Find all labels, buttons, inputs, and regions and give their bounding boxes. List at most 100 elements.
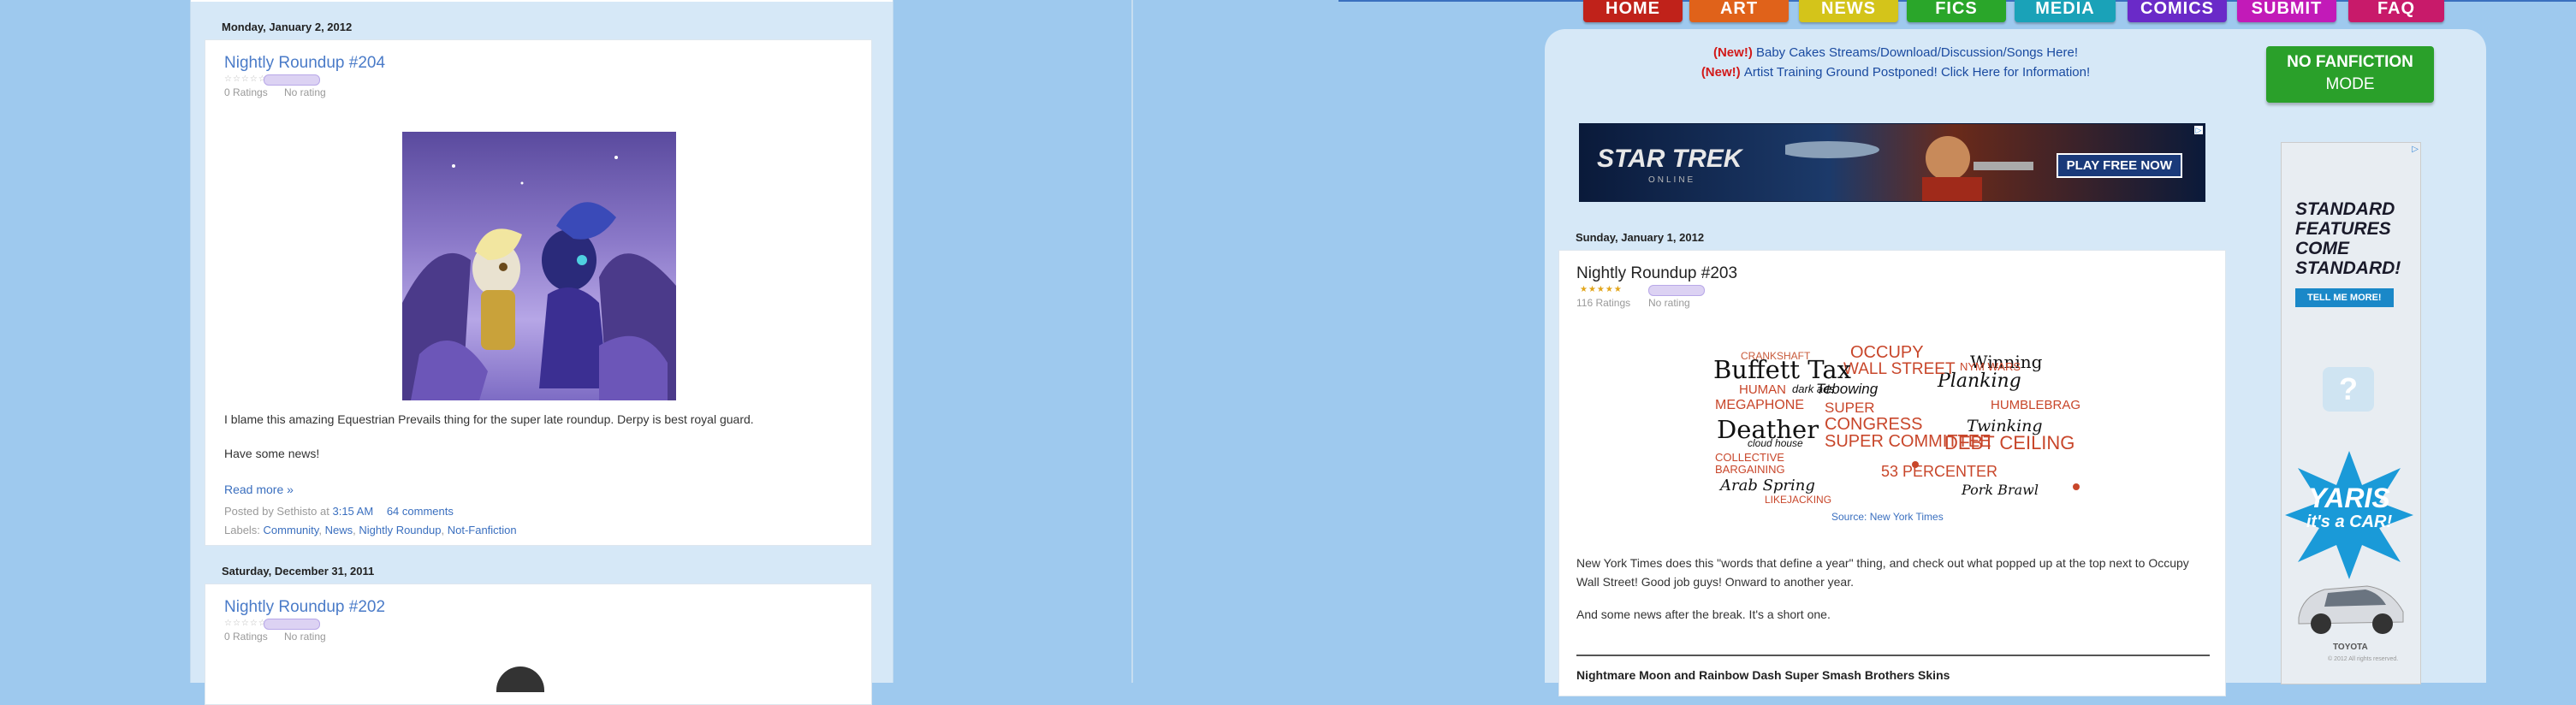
ad-brand: TOYOTA [2333,643,2368,652]
nav-news-tab[interactable]: NEWS [1799,0,1898,22]
nav-label: NEWS [1821,0,1876,18]
announcements: (New!) Baby Cakes Streams/Download/Discu… [1545,43,2247,82]
word-cloud-word: Arab Spring [1720,477,1815,495]
section-divider [1576,655,2210,656]
nav-label: ART [1719,0,1759,18]
mode-button-line2: MODE [2325,75,2375,93]
label-link[interactable]: Not-Fanfiction [448,524,517,536]
rating-status: No rating [1648,297,1690,309]
mode-button-line1: NO FANFICTION [2287,53,2413,71]
section-heading: Nightmare Moon and Rainbow Dash Super Sm… [1576,668,1950,682]
ad-headline: STANDARD FEATURES COME STANDARD! [2295,199,2401,278]
ad-car-name: YARIS [2308,483,2390,513]
nav-label: SUBMIT [2251,0,2323,18]
star-rating-icon[interactable]: ★★★★★ [1580,285,1623,294]
announcement-link[interactable]: Artist Training Ground Postponed! Click … [1744,65,2090,80]
ad-brand: STAR TREK [1597,145,1742,173]
date-header: Saturday, December 31, 2011 [222,565,375,578]
labels-prefix: Labels: [224,524,260,536]
nav-home-tab[interactable]: HOME [1583,0,1683,22]
word-cloud-word: Pork Brawl [1962,482,2039,498]
adchoices-icon[interactable]: ▷ [2194,126,2203,134]
ad-question-box-icon: ? [2323,367,2374,412]
word-cloud-word: BARGAINING [1715,463,1785,476]
word-cloud-word: Twinking [1967,417,2043,435]
posted-by-text: Posted by Sethisto at [224,505,329,518]
post-title-link[interactable]: Nightly Roundup #203 [1576,264,1737,283]
screenshot-divider [1131,0,1133,683]
ad-tagline: it's a CAR! [2306,512,2393,531]
star-rating-icon[interactable]: ☆☆☆☆☆ [224,74,267,84]
nav-label: FAQ [2377,0,2416,18]
rating-status: No rating [284,86,326,98]
word-cloud-word: NYM WARS [1960,360,2021,373]
nav-comics-tab[interactable]: COMICS [2128,0,2227,22]
ad-cta-button[interactable]: TELL ME MORE! [2295,288,2394,307]
word-cloud-dot [2073,483,2080,490]
word-cloud-word: MEGAPHONE [1715,398,1805,412]
word-cloud-word: LIKEJACKING [1765,494,1832,506]
ad-headline-line: STANDARD [2295,199,2395,219]
announcement: (New!) Baby Cakes Streams/Download/Discu… [1545,43,2247,62]
post-title-link[interactable]: Nightly Roundup #204 [224,54,385,73]
label-link[interactable]: Nightly Roundup [359,524,441,536]
word-cloud-word: HUMAN [1739,382,1786,397]
nav-label: HOME [1606,0,1660,18]
star-rating-icon[interactable]: ☆☆☆☆☆ [224,619,267,628]
read-more-link[interactable]: Read more » [224,480,294,499]
side-ad[interactable]: ▷ STANDARD FEATURES COME STANDARD! TELL … [2281,142,2421,684]
label-link[interactable]: Community [264,524,319,536]
ratings-count: 0 Ratings [224,631,268,643]
word-cloud-word: Buffett Tax [1713,355,1852,384]
ad-starburst: YARIS it's a CAR! [2285,451,2413,579]
ad-cta-button[interactable]: PLAY FREE NOW [2056,153,2182,178]
nav-label: MEDIA [2035,0,2095,18]
nav-fics-tab[interactable]: FICS [1907,0,2006,22]
post-labels: Labels: Community, News, Nightly Roundup… [224,524,517,536]
post-bottom-edge [191,0,893,2]
ad-subbrand: ONLINE [1648,175,1696,185]
word-cloud-word: COLLECTIVE [1715,451,1784,464]
nav-art-tab[interactable]: ART [1689,0,1789,22]
nav-submit-tab[interactable]: SUBMIT [2237,0,2336,22]
nav-media-tab[interactable]: MEDIA [2015,0,2116,22]
word-cloud-word: SUPER [1825,400,1875,416]
label-link[interactable]: News [325,524,353,536]
date-header: Sunday, January 1, 2012 [1576,231,1705,244]
nav-label: FICS [1935,0,1978,18]
comments-link[interactable]: 64 comments [387,505,454,518]
ad-headline-line: COME [2295,239,2349,258]
post-title-link[interactable]: Nightly Roundup #202 [224,598,385,617]
banner-ad[interactable]: STAR TREK ONLINE PLAY FREE NOW ▷ [1579,123,2205,202]
adchoices-icon[interactable]: ▷ [2412,145,2419,154]
no-fanfiction-mode-button[interactable]: NO FANFICTION MODE [2266,46,2434,103]
word-cloud-dot [1912,461,1919,468]
word-cloud-word: 53 PERCENTER [1881,463,1998,480]
rating-status: No rating [284,631,326,643]
word-cloud-word: dark ads [1792,382,1835,395]
word-cloud-word: HUMBLEBRAG [1991,398,2081,412]
new-tag: (New!) [1712,45,1753,60]
post-footer: Posted by Sethisto at 3:15 AM 64 comment… [224,502,454,521]
announcement: (New!) Artist Training Ground Postponed!… [1545,62,2247,82]
post-time-link[interactable]: 3:15 AM [332,505,373,518]
word-cloud-image[interactable]: CRANKSHAFT OCCUPY Planking WALL STREET W… [1713,343,2081,511]
post-card: Nightly Roundup #202 ☆☆☆☆☆ 0 Ratings No … [205,584,872,705]
rating-widget[interactable] [264,619,320,630]
post-text: I blame this amazing Equestrian Prevails… [224,412,754,426]
ad-fine-print: © 2012 All rights reserved. [2328,656,2399,662]
post-image-partial[interactable] [496,666,544,692]
rating-widget[interactable] [1648,285,1705,296]
ratings-count: 0 Ratings [224,86,268,98]
ratings-count: 116 Ratings [1576,297,1631,309]
word-cloud-word: WALL STREET [1843,360,1956,378]
rating-widget[interactable] [264,74,320,86]
post-image[interactable] [402,132,676,400]
announcement-link[interactable]: Baby Cakes Streams/Download/Discussion/S… [1756,45,2078,60]
word-cloud-word: cloud house [1748,437,1803,449]
image-source-link[interactable]: Source: New York Times [1831,511,1944,523]
new-tag: (New!) [1701,65,1741,80]
nav-faq-tab[interactable]: FAQ [2348,0,2444,22]
post-card: Nightly Roundup #203 ★★★★★ 116 Ratings N… [1558,250,2226,696]
post-text: New York Times does this "words that def… [1576,556,2189,589]
